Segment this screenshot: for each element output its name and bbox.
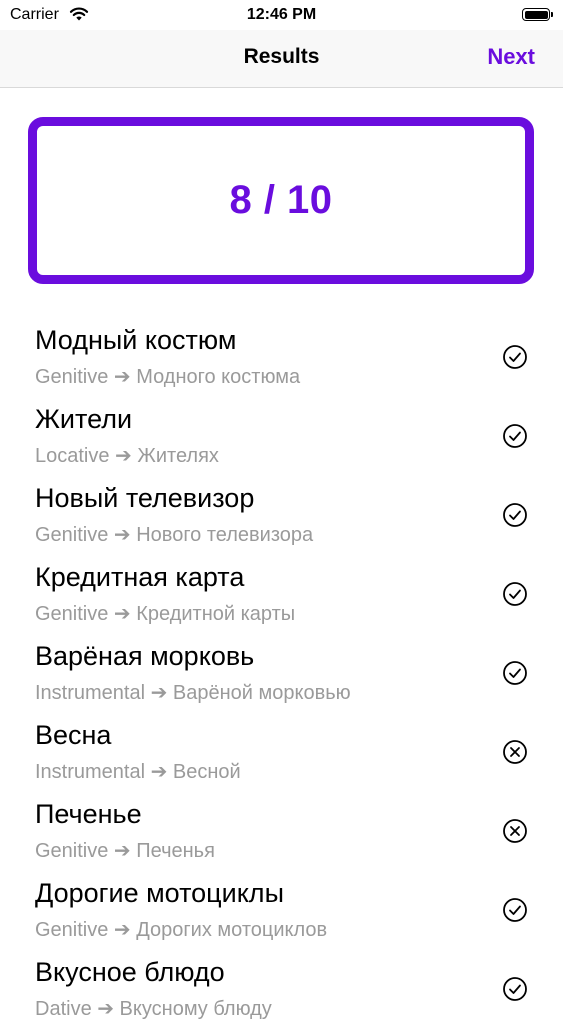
result-answer: Genitive ➔ Модного костюма xyxy=(35,366,301,388)
check-circle-icon xyxy=(502,897,528,923)
page-title: Results xyxy=(243,45,320,68)
result-phrase: Кредитная карта xyxy=(35,562,245,592)
result-answer: Genitive ➔ Печенья xyxy=(35,840,215,862)
result-phrase: Жители xyxy=(35,404,133,434)
result-row[interactable]: Жители Locative ➔ Жителях xyxy=(0,401,563,480)
result-phrase: Модный костюм xyxy=(35,325,237,355)
result-answer: Instrumental ➔ Весной xyxy=(35,761,241,783)
result-row[interactable]: Кредитная карта Genitive ➔ Кредитной карт… xyxy=(0,559,563,638)
result-answer: Genitive ➔ Кредитной карты xyxy=(35,603,296,625)
result-phrase: Вкусное блюдо xyxy=(35,957,225,987)
result-answer: Genitive ➔ Нового телевизора xyxy=(35,524,314,546)
x-circle-icon xyxy=(502,818,528,844)
x-circle-icon xyxy=(502,739,528,765)
clock: 12:46 PM xyxy=(246,6,317,23)
status-bar: Carrier 12:46 PM xyxy=(0,0,563,30)
result-phrase: Весна xyxy=(35,720,112,750)
result-answer: Instrumental ➔ Варёной морковью xyxy=(35,682,351,704)
next-button[interactable]: Next xyxy=(487,44,535,70)
score-value: 8 / 10 xyxy=(229,178,333,222)
results-list: Модный костюм Genitive ➔ Модного костюма Ж… xyxy=(0,322,563,1033)
check-circle-icon xyxy=(502,660,528,686)
result-row[interactable]: Вкусное блюдо Dative ➔ Вкусному блюду xyxy=(0,954,563,1033)
result-phrase: Дорогие мотоциклы xyxy=(35,878,284,908)
result-answer: Locative ➔ Жителях xyxy=(35,445,219,467)
result-phrase: Варёная морковь xyxy=(35,641,255,671)
result-phrase: Новый телевизор xyxy=(35,483,255,513)
result-answer: Genitive ➔ Дорогих мотоциклов xyxy=(35,919,328,941)
result-row[interactable]: Печенье Genitive ➔ Печенья xyxy=(0,796,563,875)
score-card: 8 / 10 xyxy=(28,117,534,284)
navigation-bar: Results Next xyxy=(0,30,563,88)
battery-icon xyxy=(522,8,553,21)
check-circle-icon xyxy=(502,976,528,1002)
result-row[interactable]: Варёная морковь Instrumental ➔ Варёной мо… xyxy=(0,638,563,717)
check-circle-icon xyxy=(502,344,528,370)
result-row[interactable]: Весна Instrumental ➔ Весной xyxy=(0,717,563,796)
result-row[interactable]: Дорогие мотоциклы Genitive ➔ Дорогих мото… xyxy=(0,875,563,954)
check-circle-icon xyxy=(502,581,528,607)
result-row[interactable]: Модный костюм Genitive ➔ Модного костюма xyxy=(0,322,563,401)
check-circle-icon xyxy=(502,502,528,528)
check-circle-icon xyxy=(502,423,528,449)
result-row[interactable]: Новый телевизор Genitive ➔ Нового телевиз… xyxy=(0,480,563,559)
result-phrase: Печенье xyxy=(35,799,142,829)
